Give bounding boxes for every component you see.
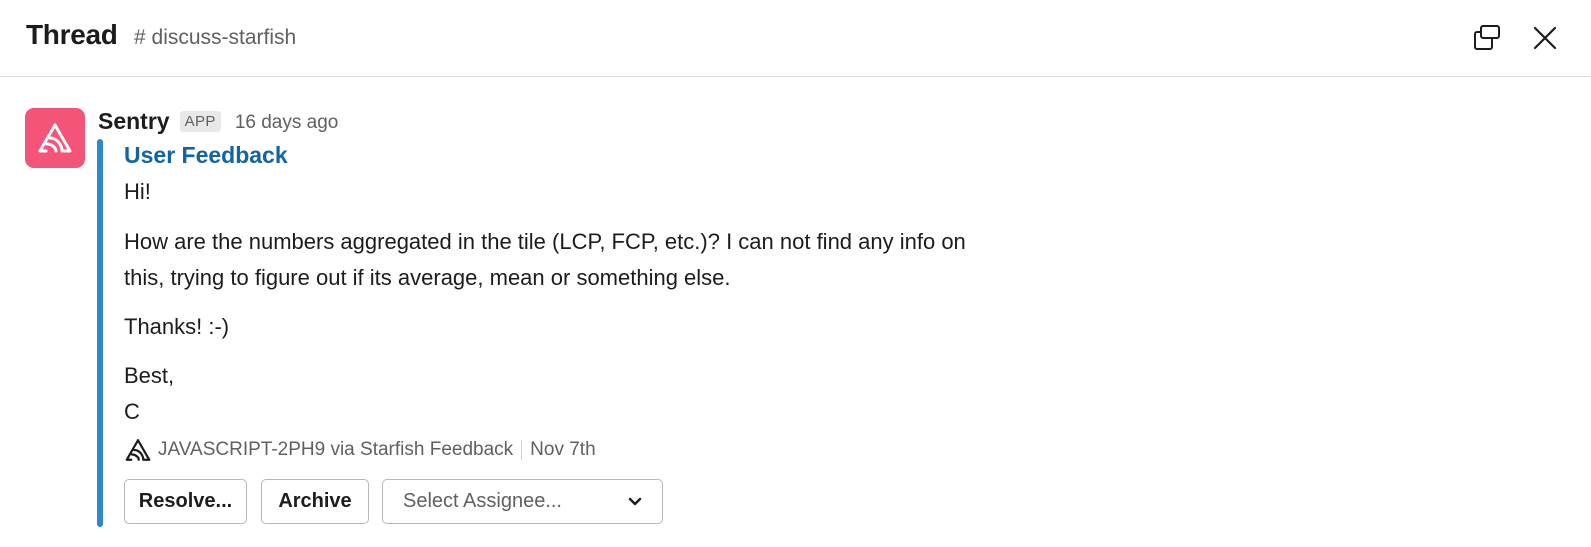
chevron-down-icon bbox=[628, 497, 642, 505]
close-button[interactable] bbox=[1525, 18, 1565, 58]
sentry-logo-icon bbox=[38, 123, 72, 153]
footer-issue-text: JAVASCRIPT-2PH9 via Starfish Feedback bbox=[158, 439, 514, 460]
assignee-select[interactable]: Select Assignee... bbox=[382, 479, 663, 524]
app-badge: APP bbox=[179, 110, 221, 132]
body-signature: C bbox=[124, 394, 140, 430]
archive-button[interactable]: Archive bbox=[261, 479, 369, 524]
body-signoff: Best, bbox=[124, 363, 175, 388]
attachment-footer: JAVASCRIPT-2PH9 via Starfish Feedback No… bbox=[124, 436, 596, 464]
resolve-button[interactable]: Resolve... bbox=[124, 479, 247, 524]
avatar[interactable] bbox=[25, 108, 85, 168]
sentry-footer-icon bbox=[124, 438, 152, 462]
sender-name[interactable]: Sentry bbox=[98, 108, 170, 135]
message-timestamp[interactable]: 16 days ago bbox=[235, 112, 339, 134]
attachment-title-link[interactable]: User Feedback bbox=[124, 142, 288, 169]
close-icon bbox=[1533, 26, 1557, 50]
footer-divider bbox=[521, 440, 523, 460]
channel-name[interactable]: # discuss-starfish bbox=[134, 26, 296, 50]
signature-initial: C bbox=[124, 399, 140, 424]
popout-button[interactable] bbox=[1467, 18, 1507, 58]
popout-icon bbox=[1474, 25, 1500, 50]
body-line-1: How are the numbers aggregated in the ti… bbox=[124, 229, 966, 254]
assignee-placeholder: Select Assignee... bbox=[403, 490, 562, 512]
thread-title: Thread bbox=[26, 19, 118, 50]
body-line-2: this, trying to figure out if its averag… bbox=[124, 265, 731, 290]
attachment-bar bbox=[97, 139, 103, 527]
thread-header: Thread # discuss-starfish bbox=[0, 0, 1591, 77]
message-header: Sentry APP 16 days ago bbox=[98, 106, 338, 136]
footer-date: Nov 7th bbox=[530, 439, 596, 460]
body-greeting: Hi! bbox=[124, 179, 151, 204]
body-thanks: Thanks! :-) bbox=[124, 314, 230, 339]
